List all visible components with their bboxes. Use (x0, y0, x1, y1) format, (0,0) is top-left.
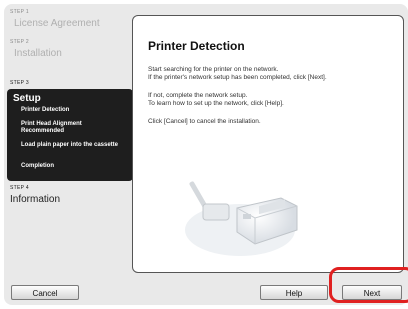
step3-item-completion: Completion (21, 163, 54, 169)
steps-sidebar: STEP 1 License Agreement STEP 2 Installa… (4, 4, 136, 276)
instruction-line-1: Start searching for the printer on the n… (148, 66, 279, 73)
page-title: Printer Detection (148, 39, 245, 53)
step3-item-printer-detection: Printer Detection (21, 107, 70, 113)
step4-label: STEP 4 (10, 185, 29, 191)
instruction-line-3: If not, complete the network setup. (148, 92, 248, 99)
main-content-panel: Printer Detection Start searching for th… (132, 15, 404, 273)
instruction-line-2: If the printer's network setup has been … (148, 74, 327, 81)
step1-title: License Agreement (14, 18, 100, 29)
instruction-line-5: Click [Cancel] to cancel the installatio… (148, 118, 261, 125)
printer-illustration (185, 181, 298, 256)
cancel-button[interactable]: Cancel (11, 285, 79, 300)
step3-title: Setup (13, 93, 41, 104)
step2-label: STEP 2 (10, 39, 29, 45)
step3-item-head-alignment: Print Head Alignment Recommended (21, 121, 82, 134)
help-button[interactable]: Help (260, 285, 328, 300)
step1-label: STEP 1 (10, 9, 29, 15)
installer-window: STEP 1 License Agreement STEP 2 Installa… (4, 4, 408, 305)
next-button-highlight (329, 267, 408, 303)
step3-item-load-paper: Load plain paper into the cassette (21, 142, 119, 148)
instruction-line-4: To learn how to set up the network, clic… (148, 100, 284, 107)
step2-title: Installation (14, 48, 62, 59)
step3-label: STEP 3 (10, 80, 29, 86)
step4-title: Information (10, 194, 61, 205)
active-step-box: Setup Printer Detection Print Head Align… (7, 89, 133, 181)
